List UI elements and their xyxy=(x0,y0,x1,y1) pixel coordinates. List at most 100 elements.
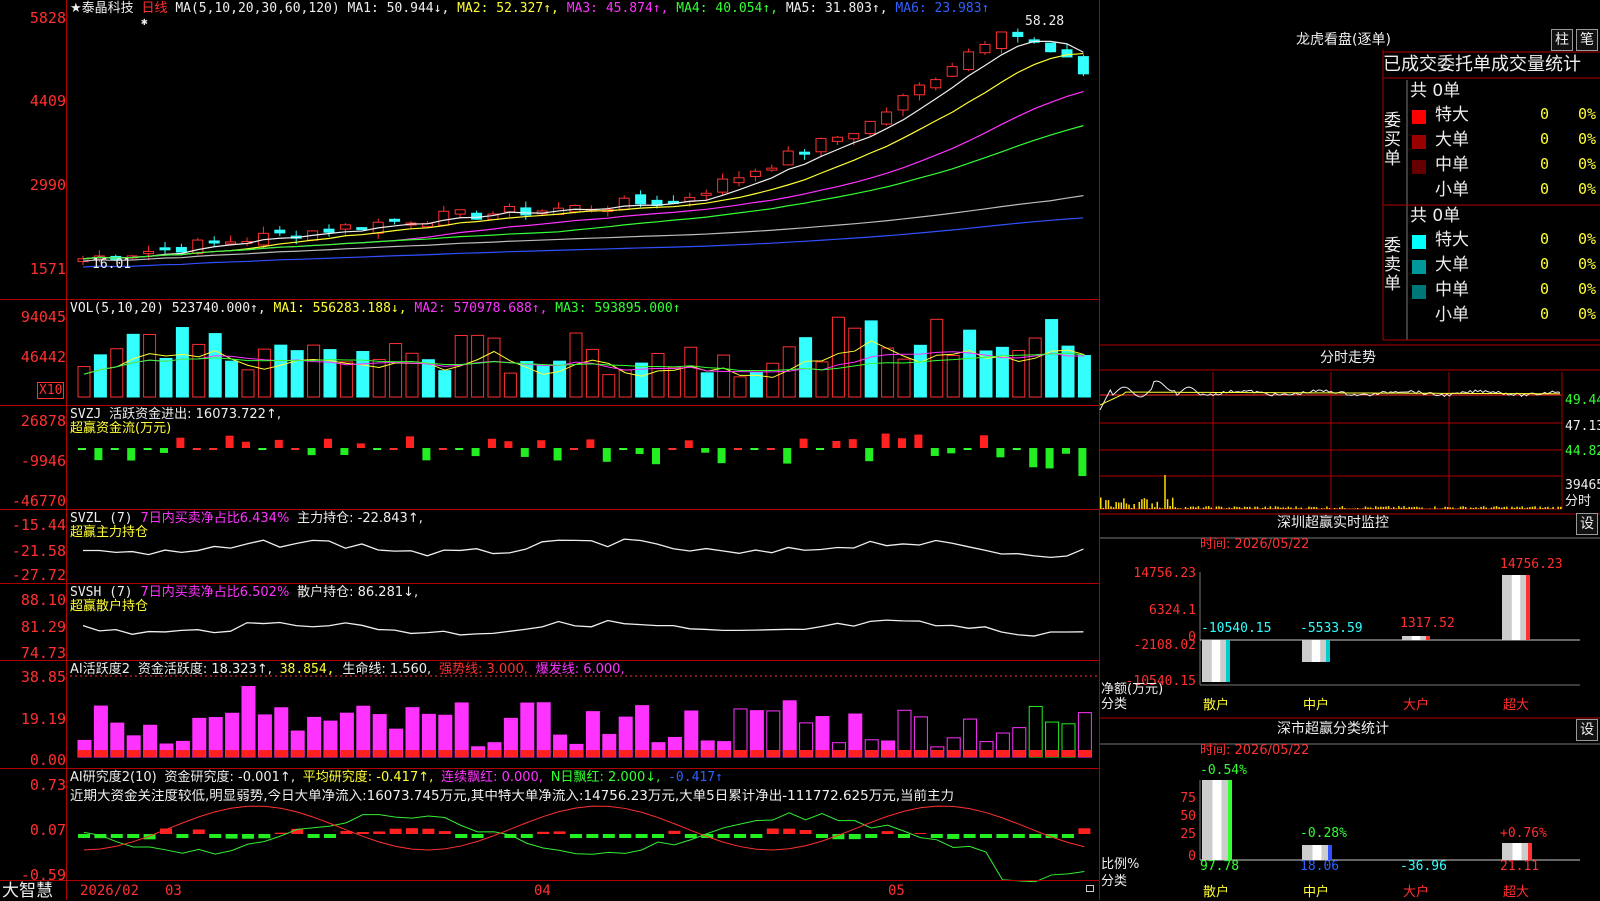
intraday-volume-bar xyxy=(1519,507,1521,509)
intraday-volume-bar xyxy=(1388,506,1390,509)
order-pct: 0% xyxy=(1578,307,1596,322)
intraday-volume-bar xyxy=(1229,507,1231,509)
research-bar xyxy=(455,834,467,838)
flow-bar xyxy=(685,440,693,448)
intraday-volume-bar xyxy=(1277,507,1279,509)
svzl-sub: 超赢主力持仓 xyxy=(70,525,148,540)
flow-bar xyxy=(914,435,922,448)
intraday-volume-bar xyxy=(1244,507,1246,509)
settings-button[interactable]: 设 xyxy=(1576,719,1598,741)
intraday-volume-bar xyxy=(1100,498,1102,509)
candle xyxy=(750,171,760,176)
research-bar xyxy=(472,834,484,838)
flow-bar xyxy=(586,439,594,448)
flow-bar xyxy=(882,434,890,448)
intraday-volume-bar xyxy=(1249,507,1251,509)
vol-value: 523740.000↑, xyxy=(172,301,266,316)
order-pct: 0% xyxy=(1578,182,1596,197)
sz-value-label: -10540.15 xyxy=(1201,621,1271,636)
intraday-volume-bar xyxy=(1280,508,1282,509)
intraday-volume-bar xyxy=(1560,507,1562,509)
ai2-t2: 平均研究度: -0.417↑, xyxy=(303,770,433,785)
sz-bar xyxy=(1526,575,1530,640)
class-bottom-label: 21.11 xyxy=(1500,859,1539,874)
activity-base xyxy=(422,750,435,757)
research-bar xyxy=(111,834,123,838)
volume-bar xyxy=(127,334,139,397)
volume-bar xyxy=(472,335,484,397)
activity-base xyxy=(1078,750,1091,757)
activity-base xyxy=(832,750,845,757)
tick-view-button[interactable]: 笔 xyxy=(1576,29,1598,51)
settings-button[interactable]: 设 xyxy=(1576,513,1598,535)
activity-base xyxy=(1046,750,1059,757)
volume-bar xyxy=(1046,320,1058,397)
svzj-sub: 超赢资金流(万元) xyxy=(70,421,171,436)
ai1-t5: 爆发线: 6.000, xyxy=(536,662,625,677)
order-size-label: 小单 xyxy=(1435,306,1469,325)
flow-bar xyxy=(750,448,758,450)
volume-bar xyxy=(406,353,418,397)
intraday-volume-bar xyxy=(1401,508,1403,509)
ai1-axis-label: 19.19 xyxy=(0,710,66,728)
intraday-volume-bar xyxy=(1121,502,1123,509)
svzl-hold: 主力持仓: -22.843↑, xyxy=(297,511,423,526)
class-axis-label: 25 xyxy=(1150,827,1196,842)
sz-bar xyxy=(1402,636,1430,640)
activity-base xyxy=(914,750,927,757)
intraday-volume-bar xyxy=(1542,508,1544,509)
candle xyxy=(472,213,482,219)
intraday-volume-bar xyxy=(1167,499,1169,509)
svsh-axis-label: 88.10 xyxy=(0,591,66,609)
activity-base xyxy=(898,750,911,757)
svsh-hold: 散户持仓: 86.281↓, xyxy=(297,585,418,600)
research-bar xyxy=(652,834,664,838)
ai1-t3: 生命线: 1.560, xyxy=(342,662,431,677)
intraday-volume-bar xyxy=(1190,507,1192,509)
volume-bar xyxy=(800,338,812,397)
intraday-volume-bar xyxy=(1486,508,1488,509)
sz-value-label: -5533.59 xyxy=(1300,621,1363,636)
volume-bar xyxy=(291,351,303,397)
intraday-volume-bar xyxy=(1246,507,1248,509)
activity-base xyxy=(78,750,91,757)
chart-canvas[interactable] xyxy=(0,0,1100,900)
research-bar xyxy=(865,834,877,838)
svsh-axis-label: 81.29 xyxy=(0,618,66,636)
intraday-volume-bar xyxy=(1398,506,1400,509)
ma-params: MA(5,10,20,30,60,120) xyxy=(175,1,339,16)
research-bar xyxy=(521,834,533,838)
research-bar xyxy=(734,834,746,838)
column-view-button[interactable]: 柱 xyxy=(1551,29,1573,51)
activity-base xyxy=(980,750,993,757)
intraday-volume-bar xyxy=(1131,508,1133,509)
order-total: 共 0单 xyxy=(1410,207,1460,226)
ai1-t4: 强势线: 3.000, xyxy=(439,662,528,677)
activity-base xyxy=(636,750,649,757)
flow-bar xyxy=(996,448,1004,457)
activity-base xyxy=(586,750,599,757)
activity-bar xyxy=(357,706,370,757)
activity-base xyxy=(258,750,271,757)
order-pct: 0% xyxy=(1578,157,1596,172)
lock-icon[interactable] xyxy=(1086,885,1094,892)
vol-axis-label: 46442 xyxy=(0,348,66,366)
research-bar xyxy=(619,834,631,838)
intraday-volume-bar xyxy=(1157,502,1159,509)
volume-bar xyxy=(685,347,697,397)
flow-bar xyxy=(537,440,545,448)
stock-name: ★泰晶科技 xyxy=(70,1,134,16)
research-bar xyxy=(750,834,762,838)
intraday-volume-bar xyxy=(1308,507,1310,509)
ma-line xyxy=(83,92,1083,259)
volume-bar xyxy=(94,355,106,397)
intraday-volume-bar xyxy=(1139,502,1141,509)
research-bar xyxy=(193,829,205,834)
low-price-label: 16.01 xyxy=(92,257,131,272)
intraday-volume-bar xyxy=(1198,506,1200,509)
svsh-line xyxy=(83,620,1083,636)
activity-base xyxy=(521,750,534,757)
volume-bar xyxy=(636,363,648,397)
class-bottom-label: -36.96 xyxy=(1400,859,1447,874)
activity-bar xyxy=(898,710,911,757)
